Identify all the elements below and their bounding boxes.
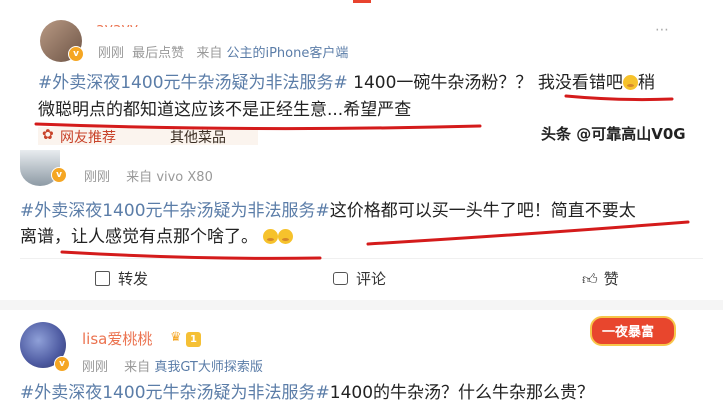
- underline-2: [34, 122, 482, 131]
- underline-3: [366, 220, 690, 246]
- underline-4: [60, 250, 322, 260]
- underline-1: [564, 94, 674, 102]
- annotation-underlines: [34, 94, 690, 260]
